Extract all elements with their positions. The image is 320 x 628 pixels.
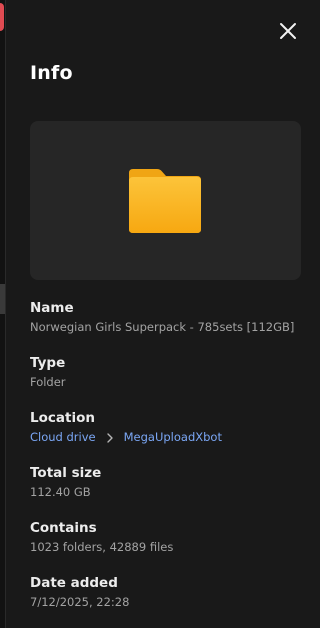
contains-label: Contains xyxy=(30,520,97,536)
name-field: Name Norwegian Girls Superpack - 785sets… xyxy=(30,300,294,335)
location-field: Location Cloud drive MegaUploadXbot xyxy=(30,410,222,445)
type-field: Type Folder xyxy=(30,355,66,390)
name-label: Name xyxy=(30,300,74,316)
date-added-value: 7/12/2025, 22:28 xyxy=(30,595,130,609)
info-panel: Info Name Norwegian Girls Superpack - 78… xyxy=(5,0,319,628)
background-accent-tab xyxy=(0,3,4,31)
total-size-field: Total size 112.40 GB xyxy=(30,465,101,500)
date-added-field: Date added 7/12/2025, 22:28 xyxy=(30,575,129,610)
folder-icon xyxy=(129,169,201,233)
chevron-right-icon xyxy=(106,432,113,443)
name-value: Norwegian Girls Superpack - 785sets [112… xyxy=(30,320,295,334)
location-breadcrumb: Cloud drive MegaUploadXbot xyxy=(30,430,222,445)
close-icon xyxy=(280,23,296,39)
breadcrumb-link-cloud-drive[interactable]: Cloud drive xyxy=(30,430,96,445)
panel-title: Info xyxy=(30,62,73,84)
breadcrumb-link-megauploadxbot[interactable]: MegaUploadXbot xyxy=(124,430,222,445)
contains-field: Contains 1023 folders, 42889 files xyxy=(30,520,173,555)
total-size-value: 112.40 GB xyxy=(30,485,91,499)
close-button[interactable] xyxy=(277,20,299,42)
date-added-label: Date added xyxy=(30,575,118,591)
contains-value: 1023 folders, 42889 files xyxy=(30,540,174,554)
total-size-label: Total size xyxy=(30,465,102,481)
location-label: Location xyxy=(30,410,95,426)
type-label: Type xyxy=(30,355,66,371)
file-preview xyxy=(30,121,301,280)
type-value: Folder xyxy=(30,375,66,389)
